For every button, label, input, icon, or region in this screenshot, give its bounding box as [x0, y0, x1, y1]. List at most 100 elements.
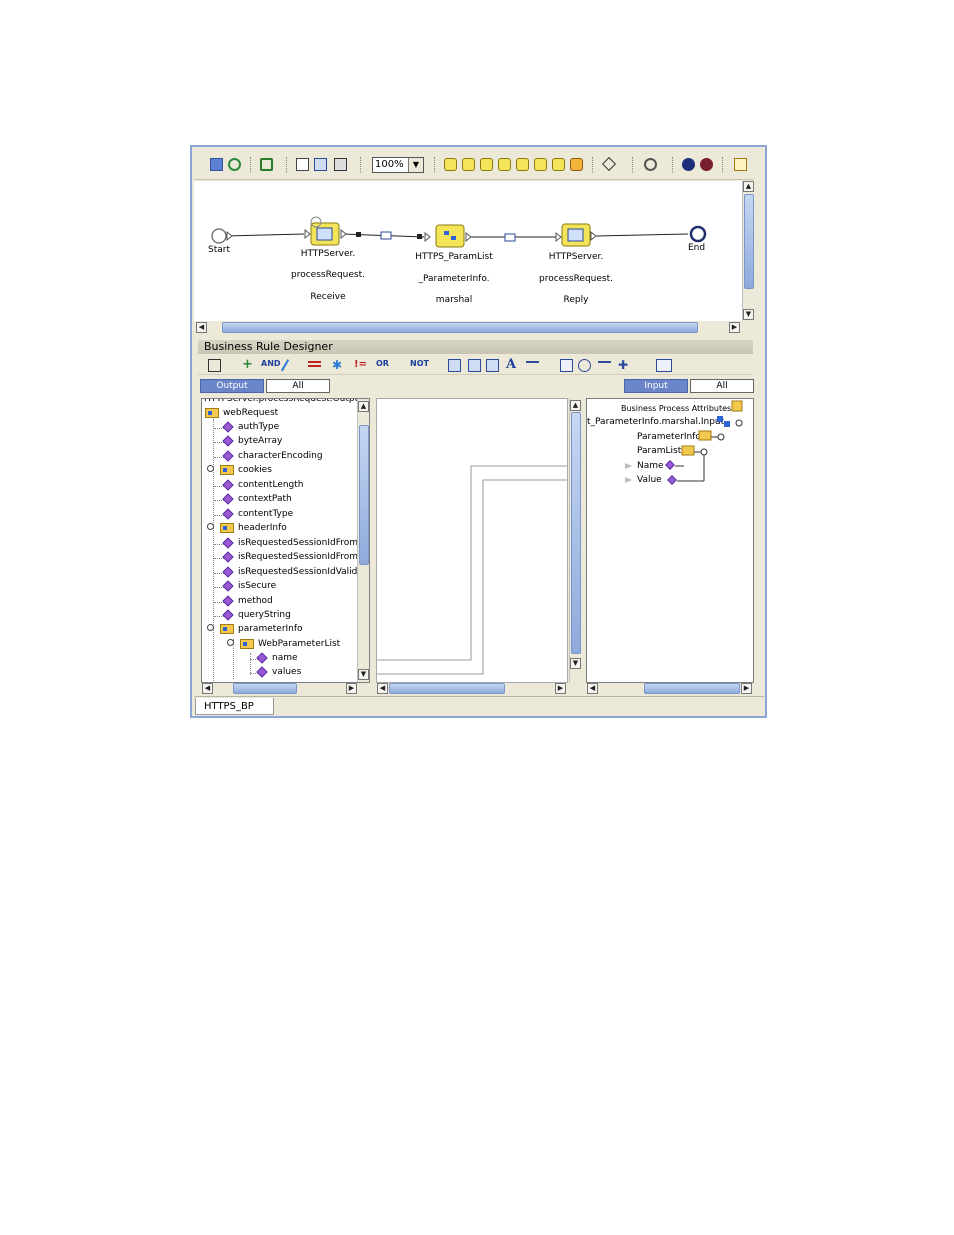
scroll-thumb[interactable] — [233, 683, 297, 694]
scroll-thumb[interactable] — [644, 683, 740, 694]
assign-icon[interactable] — [516, 158, 529, 171]
wait-icon[interactable] — [534, 158, 547, 171]
end-node-icon[interactable] — [689, 225, 707, 243]
tree-item-contentlength[interactable]: contentLength — [220, 478, 304, 492]
scroll-right-icon[interactable]: ▶ — [729, 322, 740, 333]
refresh-icon[interactable] — [260, 158, 273, 171]
mapping-vertical-scrollbar[interactable]: ▲ ▼ — [569, 398, 582, 683]
collapse-toggle-icon[interactable] — [227, 639, 234, 646]
tree-item-webparameterlist[interactable]: WebParameterList — [240, 638, 340, 651]
scroll-left-icon[interactable]: ◀ — [196, 322, 207, 333]
pencil-icon[interactable] — [280, 359, 291, 372]
link-icon[interactable] — [526, 361, 539, 367]
scroll-thumb[interactable] — [744, 194, 754, 289]
activity-icon[interactable] — [444, 158, 457, 171]
tree-item-headerinfo[interactable]: headerInfo — [220, 522, 287, 535]
tree-item-cookies[interactable]: cookies — [220, 464, 272, 477]
scroll-thumb[interactable] — [389, 683, 505, 694]
paste-icon[interactable] — [486, 359, 499, 372]
scroll-thumb[interactable] — [359, 425, 369, 565]
not-equals-icon[interactable]: != — [354, 359, 367, 372]
chevron-down-icon[interactable]: ▼ — [408, 158, 423, 172]
intermediate-event-icon[interactable] — [644, 158, 657, 171]
input-tree-pane[interactable]: Business Process Attributes t_ParameterI… — [586, 398, 754, 683]
mapping-horizontal-scrollbar[interactable]: ◀ ▶ — [376, 683, 568, 695]
start-node-icon[interactable] — [211, 228, 227, 244]
tree-item-bytearray[interactable]: byteArray — [220, 434, 282, 448]
scroll-up-icon[interactable]: ▲ — [743, 181, 754, 192]
canvas-vertical-scrollbar[interactable]: ▲ ▼ — [742, 181, 755, 321]
connect-icon[interactable] — [228, 158, 241, 171]
scroll-up-icon[interactable]: ▲ — [570, 400, 581, 411]
process-canvas[interactable]: Start End HTTPServer. processRequest. Re… — [194, 181, 742, 321]
scroll-up-icon[interactable]: ▲ — [358, 401, 369, 412]
tab-input-all[interactable]: All — [690, 379, 754, 393]
tree-item-parameterinfo[interactable]: parameterInfo — [220, 623, 303, 636]
zoom-select[interactable]: 100% ▼ — [372, 157, 424, 173]
function-icon[interactable] — [656, 359, 672, 372]
convert-icon[interactable] — [598, 361, 611, 367]
tree-item-sessionid-valid[interactable]: isRequestedSessionIdValid — [220, 565, 357, 579]
tab-output-all[interactable]: All — [266, 379, 330, 393]
output-horizontal-scrollbar[interactable]: ◀ ▶ — [201, 683, 359, 695]
tree-item-contextpath[interactable]: contextPath — [220, 492, 292, 506]
scroll-left-icon[interactable]: ◀ — [202, 683, 213, 694]
collapse-toggle-icon[interactable] — [207, 624, 214, 631]
tab-input[interactable]: Input — [624, 379, 688, 393]
tree-item-sessionid-fromu[interactable]: isRequestedSessionIdFromU — [220, 550, 365, 564]
invoke-icon[interactable] — [480, 158, 493, 171]
tree-item-name[interactable]: name — [254, 651, 298, 665]
rule-select-icon[interactable] — [208, 359, 221, 372]
scroll-left-icon[interactable]: ◀ — [587, 683, 598, 694]
expand-toggle-icon[interactable] — [207, 465, 214, 472]
stop-icon[interactable] — [700, 158, 713, 171]
add-icon[interactable]: + — [242, 358, 255, 372]
document-tab-https-bp[interactable]: HTTPS_BP — [195, 698, 274, 715]
event-icon[interactable] — [552, 158, 565, 171]
and-operator[interactable]: AND — [261, 359, 281, 368]
terminate-icon[interactable] — [682, 158, 695, 171]
asterisk-icon[interactable]: ✱ — [332, 359, 345, 372]
reply-icon[interactable] — [498, 158, 511, 171]
scroll-right-icon[interactable]: ▶ — [741, 683, 752, 694]
tree-item-authtype[interactable]: authType — [220, 420, 279, 434]
date-icon[interactable] — [578, 359, 591, 372]
number-icon[interactable] — [560, 359, 573, 372]
tree-item-contenttype[interactable]: contentType — [220, 507, 293, 521]
expand-toggle-icon[interactable] — [207, 523, 214, 530]
tree-item-values[interactable]: values — [254, 665, 301, 679]
print-icon[interactable] — [334, 158, 347, 171]
canvas-horizontal-scrollbar[interactable]: ◀ ▶ — [194, 321, 742, 334]
properties-icon[interactable] — [734, 158, 747, 171]
tree-item-issecure[interactable]: isSecure — [220, 579, 276, 593]
select-mode-icon[interactable] — [210, 158, 223, 171]
or-operator[interactable]: OR — [376, 359, 389, 368]
validate-icon[interactable] — [296, 158, 309, 171]
output-vertical-scrollbar[interactable]: ▲ ▼ — [357, 399, 369, 682]
copy-icon[interactable] — [468, 359, 481, 372]
decision-icon[interactable] — [601, 156, 617, 172]
not-operator[interactable]: NOT — [410, 359, 429, 368]
scroll-thumb[interactable] — [222, 322, 698, 333]
scroll-right-icon[interactable]: ▶ — [555, 683, 566, 694]
mapping-canvas[interactable] — [376, 398, 568, 683]
deploy-icon[interactable] — [314, 158, 327, 171]
equals-icon[interactable] — [308, 361, 321, 367]
scope-icon[interactable] — [570, 158, 583, 171]
split-icon[interactable]: ✚ — [618, 359, 631, 372]
tree-item-method[interactable]: method — [220, 594, 273, 608]
scroll-right-icon[interactable]: ▶ — [346, 683, 357, 694]
tree-root-webrequest[interactable]: webRequest — [205, 407, 278, 420]
tree-item-characterencoding[interactable]: characterEncoding — [220, 449, 323, 463]
method-icon[interactable] — [448, 359, 461, 372]
marshal-activity-icon[interactable] — [435, 224, 465, 248]
scroll-down-icon[interactable]: ▼ — [743, 309, 754, 320]
scroll-left-icon[interactable]: ◀ — [377, 683, 388, 694]
tree-item-querystring[interactable]: queryString — [220, 608, 291, 622]
input-horizontal-scrollbar[interactable]: ◀ ▶ — [586, 683, 754, 695]
scroll-down-icon[interactable]: ▼ — [358, 669, 369, 680]
receive-icon[interactable] — [462, 158, 475, 171]
output-tree-pane[interactable]: HTTPServer.processRequest.Output webRequ… — [201, 398, 370, 683]
tree-item-sessionid-fromc[interactable]: isRequestedSessionIdFromC — [220, 536, 364, 550]
tab-output[interactable]: Output — [200, 379, 264, 393]
